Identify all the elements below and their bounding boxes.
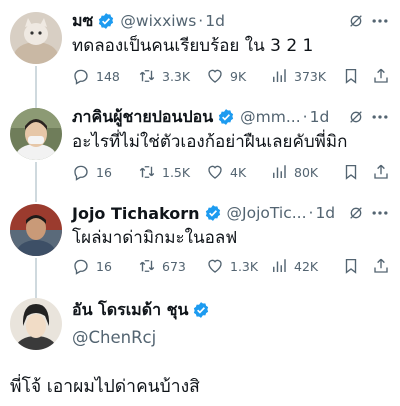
views-icon: [273, 69, 286, 82]
avatar[interactable]: [10, 12, 62, 64]
reply-button[interactable]: 16: [72, 256, 112, 276]
verified-badge-icon: [205, 205, 220, 221]
reply-button[interactable]: 16: [72, 162, 112, 182]
repost-icon: [139, 70, 155, 82]
repost-button[interactable]: 1.5K: [138, 162, 190, 182]
bookmark-button[interactable]: [342, 66, 360, 86]
repost-count: 1.5K: [162, 164, 191, 180]
reply-icon: [74, 69, 88, 85]
reply-count: 16: [96, 164, 112, 180]
views-icon: [273, 165, 286, 178]
more-icon[interactable]: [370, 204, 390, 222]
reply-button[interactable]: 148: [72, 66, 120, 86]
action-bar: 148 3.3K 9K 373K: [72, 66, 390, 86]
action-bar: 16 1.5K 4K 80K: [72, 162, 390, 182]
verified-badge-icon: [99, 13, 114, 29]
share-icon: [374, 258, 388, 273]
avatar[interactable]: [10, 108, 62, 160]
tweet-text: โผล่มาด่ามิกมะในอลฟ: [72, 228, 238, 248]
like-icon: [208, 259, 222, 273]
timestamp[interactable]: 1d: [205, 12, 225, 30]
repost-count: 673: [162, 258, 186, 274]
reply-count: 148: [96, 68, 120, 84]
share-icon: [374, 68, 388, 83]
like-count: 1.3K: [230, 258, 259, 274]
views-button[interactable]: 373K: [270, 66, 326, 86]
display-name[interactable]: Jojo Tichakorn: [72, 204, 200, 223]
like-icon: [208, 69, 222, 83]
reply-icon: [74, 259, 88, 275]
share-button[interactable]: [372, 66, 390, 86]
repost-button[interactable]: 673: [138, 256, 186, 276]
share-icon: [374, 164, 388, 179]
avatar[interactable]: [10, 298, 62, 350]
display-name[interactable]: มซ: [72, 9, 93, 34]
separator-dot: ·: [198, 12, 204, 30]
like-button[interactable]: 4K: [206, 162, 246, 182]
repost-count: 3.3K: [162, 68, 191, 84]
tweet-text: อะไรที่ไม่ใช่ตัวเองก้อย่าฝืนเลยคับพี่มิก: [72, 132, 348, 152]
bookmark-button[interactable]: [342, 162, 360, 182]
handle[interactable]: @mm...: [240, 108, 300, 126]
action-bar: 16 673 1.3K 42K: [72, 256, 390, 276]
grok-icon[interactable]: [348, 13, 364, 29]
tweet-1[interactable]: มซ @wixxiws · 1d ทดลองเป็นคนเรียบร้อย ใน…: [0, 8, 400, 98]
timestamp[interactable]: 1d: [315, 204, 335, 222]
grok-icon[interactable]: [348, 109, 364, 125]
repost-icon: [139, 166, 155, 178]
repost-button[interactable]: 3.3K: [138, 66, 190, 86]
handle[interactable]: @ChenRcj: [72, 328, 210, 347]
reply-count: 16: [96, 258, 112, 274]
bookmark-icon: [345, 164, 357, 180]
like-button[interactable]: 1.3K: [206, 256, 258, 276]
separator-dot: ·: [308, 204, 314, 222]
repost-icon: [139, 260, 155, 272]
tweet-3[interactable]: Jojo Tichakorn @JojoTic... · 1d โผล่มาด่…: [0, 200, 400, 290]
bookmark-icon: [345, 258, 357, 274]
more-icon[interactable]: [370, 108, 390, 126]
verified-badge-icon: [194, 302, 209, 318]
bookmark-icon: [345, 68, 357, 84]
like-count: 9K: [230, 68, 247, 84]
tweet-text: ทดลองเป็นคนเรียบร้อย ใน 3 2 1: [72, 36, 314, 56]
more-icon[interactable]: [370, 12, 390, 30]
tweet-2[interactable]: ภาคินผู้ชายปอนปอน @mm... · 1d อะไรที่ไม่…: [0, 104, 400, 194]
avatar[interactable]: [10, 204, 62, 256]
timestamp[interactable]: 1d: [310, 108, 330, 126]
reply-icon: [74, 165, 88, 181]
main-tweet-text: พี่โจ้ เอาผมไปด่าคนบ้างสิ: [10, 377, 200, 397]
views-button[interactable]: 42K: [270, 256, 318, 276]
views-button[interactable]: 80K: [270, 162, 318, 182]
like-button[interactable]: 9K: [206, 66, 246, 86]
view-count: 42K: [294, 258, 319, 274]
display-name[interactable]: ภาคินผู้ชายปอนปอน: [72, 105, 213, 130]
like-count: 4K: [230, 164, 247, 180]
share-button[interactable]: [372, 162, 390, 182]
handle[interactable]: @wixxiws: [120, 12, 196, 30]
views-icon: [273, 259, 286, 272]
verified-badge-icon: [219, 109, 234, 125]
bookmark-button[interactable]: [342, 256, 360, 276]
view-count: 373K: [294, 68, 327, 84]
like-icon: [208, 165, 222, 179]
view-count: 80K: [294, 164, 319, 180]
display-name[interactable]: อัน โดรเมด้า ชุน: [72, 298, 188, 323]
grok-icon[interactable]: [348, 205, 364, 221]
handle[interactable]: @JojoTic...: [227, 204, 307, 222]
share-button[interactable]: [372, 256, 390, 276]
separator-dot: ·: [302, 108, 308, 126]
